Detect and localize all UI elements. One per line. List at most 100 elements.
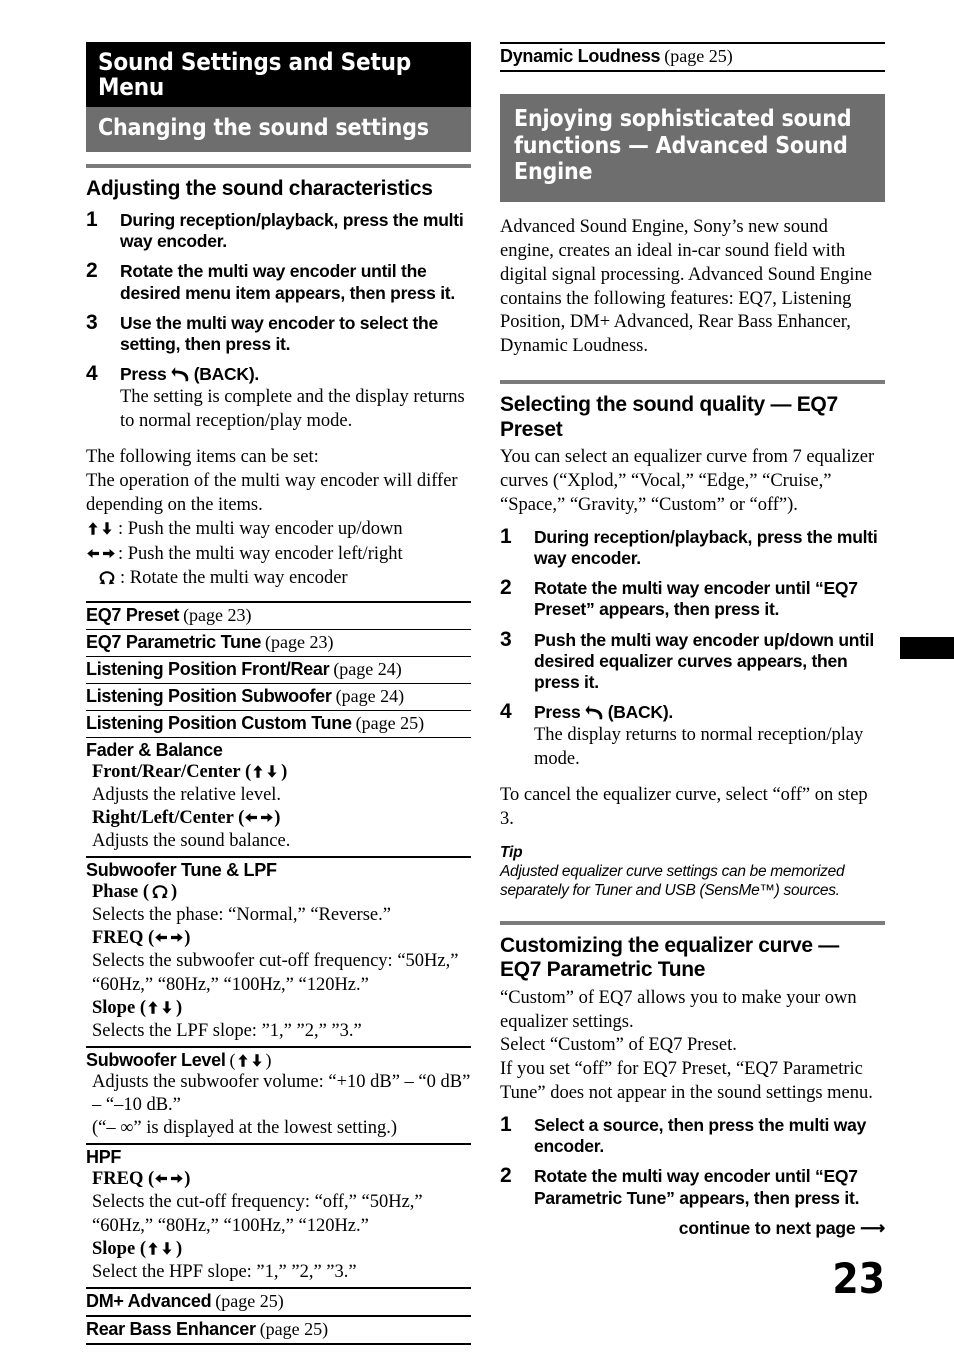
back-icon [585,702,603,722]
sub-label-text: Slope [92,1238,136,1259]
continue-to-next-page: continue to next page ⟶ [500,1218,885,1239]
setting-row-hpf[interactable]: HPF FREQ () Selects the cut-off frequenc… [86,1145,471,1289]
step-text: Select a source, then press the multi wa… [534,1115,867,1157]
items-intro-line-1: The following items can be set: [86,446,319,467]
setting-page-ref: (page 24) [333,658,402,679]
setting-sub-label: Slope () [92,1238,183,1259]
heading-selecting-sound-quality: Selecting the sound quality — EQ7 Preset [500,393,838,441]
back-icon [171,364,189,384]
up-down-arrows-icon [146,1239,176,1259]
step-text: During reception/playback, press the mul… [534,526,878,569]
page-number: 23 [832,1254,885,1303]
setting-page-ref: (page 25) [215,1290,284,1311]
advanced-sound-engine-intro: Advanced Sound Engine, Sony’s new sound … [500,217,872,357]
setting-title: EQ7 Preset [86,604,180,625]
setting-title: Rear Bass Enhancer [86,1318,256,1339]
setting-title: Listening Position Subwoofer [86,685,332,706]
step-text: Push the multi way encoder up/down until… [534,629,875,692]
setting-title: Listening Position Custom Tune [86,712,352,733]
steps-list-eq7-parametric: 1 Select a source, then press the multi … [500,1113,885,1209]
advanced-sound-engine-banner: Enjoying sophisticated sound functions —… [500,94,885,203]
step-text: Rotate the multi way encoder until “EQ7 … [534,1166,860,1208]
setting-title: DM+ Advanced [86,1290,212,1311]
setting-sub-desc: Adjusts the relative level. [92,784,282,805]
rotate-icon [149,882,171,902]
setting-title-icon-wrap: () [229,1049,272,1070]
left-column: Sound Settings and Setup Menu Changing t… [86,42,471,1345]
legend-text: : Push the multi way encoder up/down [118,519,403,540]
heading-customizing-equalizer-curve: Customizing the equalizer curve — EQ7 Pa… [500,933,839,982]
setting-sub-desc: Selects the phase: “Normal,” “Reverse.” [92,905,391,926]
manual-page: Sound Settings and Setup Menu Changing t… [0,0,954,1352]
eq7-preset-cancel-note: To cancel the equalizer curve, select “o… [500,784,868,829]
step-text: Rotate the multi way encoder until “EQ7 … [534,578,858,620]
tip-label: Tip [500,843,523,861]
right-column: Dynamic Loudness (page 25) Enjoying soph… [500,42,885,1218]
step-subtext: The display returns to normal reception/… [534,725,864,769]
setting-sub-label: Slope () [92,997,183,1018]
step-text-before-icon: Press [120,364,167,385]
setting-row-rear-bass-enhancer[interactable]: Rear Bass Enhancer (page 25) [86,1317,471,1345]
step-item: 3 Use the multi way encoder to select th… [86,311,471,355]
heading-rule [86,163,471,168]
step-number: 2 [86,259,98,283]
setting-title: Subwoofer Level [86,1049,226,1070]
setting-title: EQ7 Parametric Tune [86,631,262,652]
setting-row-subwoofer-tune-lpf[interactable]: Subwoofer Tune & LPF Phase () Selects th… [86,858,471,1048]
up-down-arrows-icon [251,762,281,782]
step-text-after-icon: (BACK). [607,702,674,723]
step-number: 1 [86,208,98,232]
step-text: Rotate the multi way encoder until the d… [120,261,455,303]
step-number: 4 [86,362,98,386]
setting-row-listening-position-custom-tune[interactable]: Listening Position Custom Tune (page 25) [86,711,471,738]
page-heading-adjusting-sound: Adjusting the sound characteristics [86,176,433,200]
step-number: 2 [500,576,512,600]
sub-label-text: Front/Rear/Center [92,761,241,782]
left-right-arrows-icon [154,928,184,948]
settings-list: EQ7 Preset (page 23) EQ7 Parametric Tune… [86,600,471,1345]
step-item: 4 Press (BACK). The display returns to n… [500,700,885,771]
tip-body: Adjusted equalizer curve settings can be… [500,862,845,900]
left-right-arrows-icon [154,1169,184,1189]
setting-row-fader-balance[interactable]: Fader & Balance Front/Rear/Center () Adj… [86,738,471,859]
legend-row-leftright: : Push the multi way encoder left/right [86,542,471,566]
continue-label: continue to next page [678,1218,856,1238]
left-right-arrows-icon [86,544,116,564]
setting-row-dynamic-loudness[interactable]: Dynamic Loudness (page 25) [500,44,885,72]
step-number: 1 [500,1113,512,1137]
eq7-parametric-intro: “Custom” of EQ7 allows you to make your … [500,987,873,1104]
setting-desc-line: Adjusts the subwoofer volume: “+10 dB” –… [92,1071,471,1116]
setting-row-dm-plus-advanced[interactable]: DM+ Advanced (page 25) [86,1289,471,1317]
section-rule-eq7-preset [500,380,885,385]
section-title-banner: Changing the sound settings [86,107,471,152]
setting-row-eq7-parametric-tune[interactable]: EQ7 Parametric Tune (page 23) [86,630,471,657]
setting-row-listening-position-subwoofer[interactable]: Listening Position Subwoofer (page 24) [86,684,471,711]
setting-page-ref: (page 24) [335,685,405,706]
setting-sub-label: FREQ () [92,928,191,949]
step-text: Press (BACK). [120,364,471,385]
legend-text: : Rotate the multi way encoder [120,567,348,588]
setting-sub-desc: Adjusts the sound balance. [92,830,291,851]
setting-page-ref: (page 23) [183,604,252,625]
legend-text: : Push the multi way encoder left/right [118,543,403,564]
section-rule-eq7-parametric [500,920,885,925]
setting-row-subwoofer-level[interactable]: Subwoofer Level () Adjusts the subwoofer… [86,1048,471,1146]
sub-label-text: Phase [92,882,139,903]
sub-label-text: Right/Left/Center [92,807,234,828]
setting-page-ref: (page 25) [664,46,733,66]
step-number: 1 [500,524,512,548]
setting-title: Dynamic Loudness [500,46,661,66]
setting-row-eq7-preset[interactable]: EQ7 Preset (page 23) [86,603,471,630]
setting-sub-label: FREQ () [92,1169,191,1190]
step-text: During reception/playback, press the mul… [120,210,464,252]
sub-label-text: FREQ [92,1169,144,1190]
sub-label-text: FREQ [92,928,144,949]
legend-row-rotate: : Rotate the multi way encoder [86,566,471,590]
setting-row-listening-position-front-rear[interactable]: Listening Position Front/Rear (page 24) [86,657,471,684]
step-subtext: The setting is complete and the display … [120,387,465,431]
setting-title: Subwoofer Tune & LPF [86,860,277,881]
rotate-icon [86,568,118,588]
setting-sub-desc: Selects the LPF slope: ”1,” ”2,” ”3.” [92,1020,362,1041]
step-item: 2 Rotate the multi way encoder until the… [86,259,471,303]
steps-list-eq7-preset: 1 During reception/playback, press the m… [500,524,885,771]
